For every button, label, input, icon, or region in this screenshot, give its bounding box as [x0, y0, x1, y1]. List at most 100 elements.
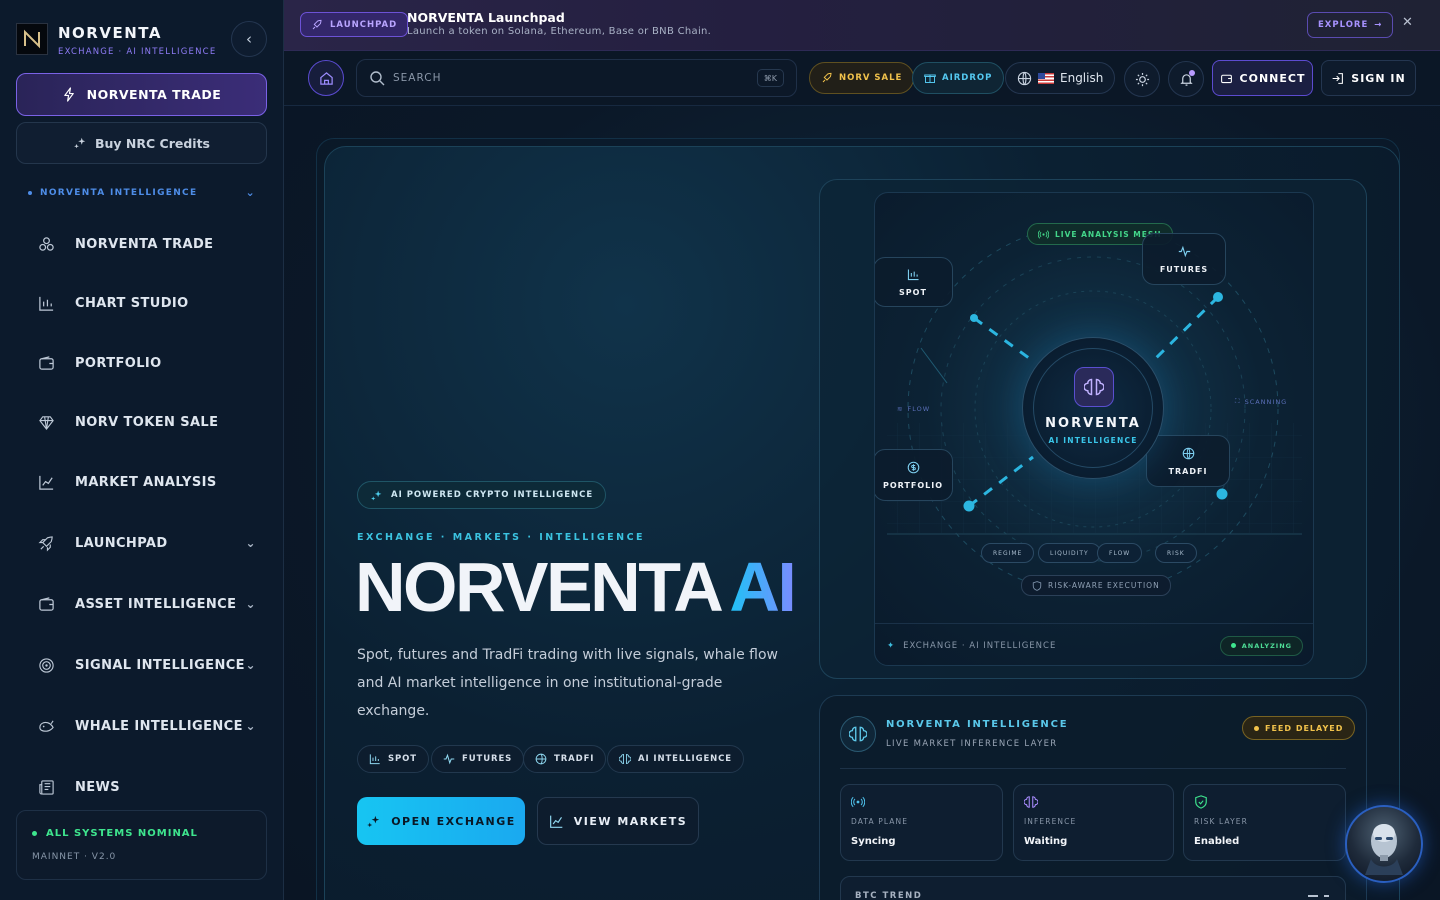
- sidebar-item-label: MARKET ANALYSIS: [75, 474, 217, 490]
- sidebar-item-launchpad[interactable]: LAUNCHPAD ⌄: [28, 523, 260, 563]
- hero-kicker: EXCHANGE · MARKETS · INTELLIGENCE: [357, 532, 646, 543]
- brand-logo[interactable]: [16, 23, 48, 55]
- sidebar-item-norventa-trade[interactable]: NORVENTA TRADE: [28, 224, 260, 264]
- btc-trend-panel: BTC TREND: [840, 876, 1346, 900]
- brand-name: NORVENTA: [58, 24, 162, 42]
- norv-sale-label: NORV SALE: [839, 73, 903, 83]
- sidebar-item-label: NEWS: [75, 779, 121, 795]
- airdrop-button[interactable]: AIRDROP: [912, 62, 1005, 94]
- hero-title: NORVENTA AI: [355, 547, 797, 627]
- metric-value: Enabled: [1194, 836, 1240, 847]
- metric-inference: INFERENCE Waiting: [1013, 784, 1174, 861]
- explore-button[interactable]: EXPLORE →: [1307, 12, 1394, 38]
- sidebar: NORVENTA EXCHANGE · AI INTELLIGENCE ‹ NO…: [0, 0, 284, 900]
- tag-regime: REGIME: [981, 543, 1035, 563]
- brain-icon: [840, 716, 876, 752]
- connect-wallet-button[interactable]: CONNECT: [1212, 60, 1313, 96]
- chevron-down-icon: ⌄: [245, 719, 256, 733]
- viz-footer: ✦ EXCHANGE · AI INTELLIGENCE ANALYZING: [875, 623, 1313, 665]
- sidebar-item-whale-intelligence[interactable]: WHALE INTELLIGENCE ⌄: [28, 706, 260, 746]
- metric-value: Syncing: [851, 836, 896, 847]
- sidebar-item-asset-intelligence[interactable]: ASSET INTELLIGENCE ⌄: [28, 584, 260, 624]
- sidebar-item-signal-intelligence[interactable]: SIGNAL INTELLIGENCE ⌄: [28, 645, 260, 685]
- airdrop-label: AIRDROP: [942, 73, 993, 83]
- chevron-down-icon: ⌄: [245, 186, 256, 199]
- chip-ai-intelligence[interactable]: AI INTELLIGENCE: [607, 745, 745, 773]
- news-icon: [28, 779, 64, 796]
- buy-credits-button[interactable]: Buy NRC Credits: [16, 122, 267, 164]
- chip-spot[interactable]: SPOT: [357, 745, 429, 773]
- sidebar-item-label: NORV TOKEN SALE: [75, 414, 219, 430]
- sidebar-item-news[interactable]: NEWS: [28, 767, 260, 807]
- node-futures[interactable]: FUTURES: [1142, 233, 1226, 285]
- launchpad-pill[interactable]: LAUNCHPAD: [300, 12, 409, 37]
- ai-assistant-avatar[interactable]: [1345, 805, 1423, 883]
- brain-icon: [1074, 367, 1114, 407]
- analysis-mesh-card: LIVE ANALYSIS MESH SPOT FUTURES PORTFOLI…: [819, 179, 1367, 679]
- feed-status-dot: [1254, 725, 1259, 731]
- top-bar: SEARCH ⌘K NORV SALE AIRDROP English CONN…: [284, 51, 1440, 106]
- node-portfolio[interactable]: PORTFOLIO: [875, 449, 953, 501]
- close-banner-icon[interactable]: ✕: [1402, 15, 1413, 30]
- lightning-icon: [63, 87, 74, 102]
- globe-icon: [1017, 71, 1032, 85]
- core-subtitle: AI INTELLIGENCE: [1048, 436, 1138, 445]
- analyzing-label: ANALYZING: [1241, 641, 1292, 650]
- core-node[interactable]: NORVENTA AI INTELLIGENCE: [1022, 337, 1164, 479]
- node-spot[interactable]: SPOT: [875, 257, 953, 307]
- chip-tradfi[interactable]: TRADFI: [523, 745, 607, 773]
- chart-studio-icon: [907, 268, 920, 283]
- chip-label: SPOT: [388, 754, 417, 764]
- sidebar-item-label: SIGNAL INTELLIGENCE: [75, 657, 245, 673]
- notifications-button[interactable]: [1168, 61, 1204, 97]
- rocket-icon: [28, 535, 64, 552]
- line-chart-icon: [28, 474, 64, 491]
- node-label: PORTFOLIO: [882, 480, 944, 490]
- shield-check-icon: [1195, 795, 1207, 809]
- trend-legend-icon: [1308, 895, 1329, 897]
- home-button[interactable]: [308, 60, 344, 96]
- sidebar-item-norv-token-sale[interactable]: NORV TOKEN SALE: [28, 402, 260, 442]
- chip-futures[interactable]: FUTURES: [431, 745, 525, 773]
- scanning-label: ⛶ SCANNING: [1235, 397, 1287, 406]
- sidebar-item-market-analysis[interactable]: MARKET ANALYSIS: [28, 462, 260, 502]
- section-header-intelligence[interactable]: NORVENTA INTELLIGENCE ⌄: [28, 186, 256, 199]
- norv-sale-button[interactable]: NORV SALE: [809, 62, 915, 94]
- chip-label: FUTURES: [462, 754, 513, 764]
- core-name: NORVENTA: [1045, 416, 1141, 431]
- hero-section: AI POWERED CRYPTO INTELLIGENCE EXCHANGE …: [324, 146, 1400, 900]
- sign-in-icon: [1332, 72, 1344, 84]
- sidebar-item-portfolio[interactable]: PORTFOLIO: [28, 343, 260, 383]
- theme-toggle-button[interactable]: [1124, 61, 1160, 97]
- collapse-sidebar-button[interactable]: ‹: [231, 21, 267, 57]
- language-selector[interactable]: English: [1005, 62, 1116, 94]
- intelligence-subtitle: LIVE MARKET INFERENCE LAYER: [886, 739, 1058, 749]
- search-input[interactable]: SEARCH: [393, 72, 441, 84]
- hero-title-main: NORVENTA: [355, 548, 724, 626]
- system-status-panel: ALL SYSTEMS NOMINAL MAINNET · V2.0: [16, 810, 267, 880]
- us-flag-icon: [1038, 72, 1054, 84]
- banner-subtitle: Launch a token on Solana, Ethereum, Base…: [407, 26, 712, 37]
- norventa-trade-button[interactable]: NORVENTA TRADE: [16, 73, 267, 116]
- tag-flow: FLOW: [1097, 543, 1143, 563]
- open-exchange-button[interactable]: OPEN EXCHANGE: [357, 797, 525, 845]
- notification-dot: [1189, 70, 1195, 76]
- node-label: TRADFI: [1168, 466, 1208, 476]
- sign-in-button[interactable]: SIGN IN: [1321, 60, 1416, 96]
- search-icon: [370, 71, 385, 86]
- section-dot: [28, 190, 32, 195]
- btc-trend-label: BTC TREND: [855, 891, 923, 900]
- analyzing-badge: ANALYZING: [1219, 635, 1303, 656]
- wallet-icon: [1220, 74, 1232, 83]
- flow-label-text: FLOW: [907, 405, 931, 413]
- explore-label: EXPLORE: [1318, 20, 1369, 30]
- metric-risk-layer: RISK LAYER Enabled: [1183, 784, 1346, 861]
- view-markets-label: VIEW MARKETS: [573, 814, 688, 828]
- sidebar-item-chart-studio[interactable]: CHART STUDIO: [28, 283, 260, 323]
- chart-studio-icon: [28, 295, 64, 312]
- search-bar[interactable]: SEARCH ⌘K: [356, 59, 797, 97]
- shield-icon: [1032, 580, 1042, 591]
- chip-label: AI INTELLIGENCE: [638, 754, 733, 764]
- view-markets-button[interactable]: VIEW MARKETS: [537, 797, 699, 845]
- globe-icon: [1182, 447, 1195, 462]
